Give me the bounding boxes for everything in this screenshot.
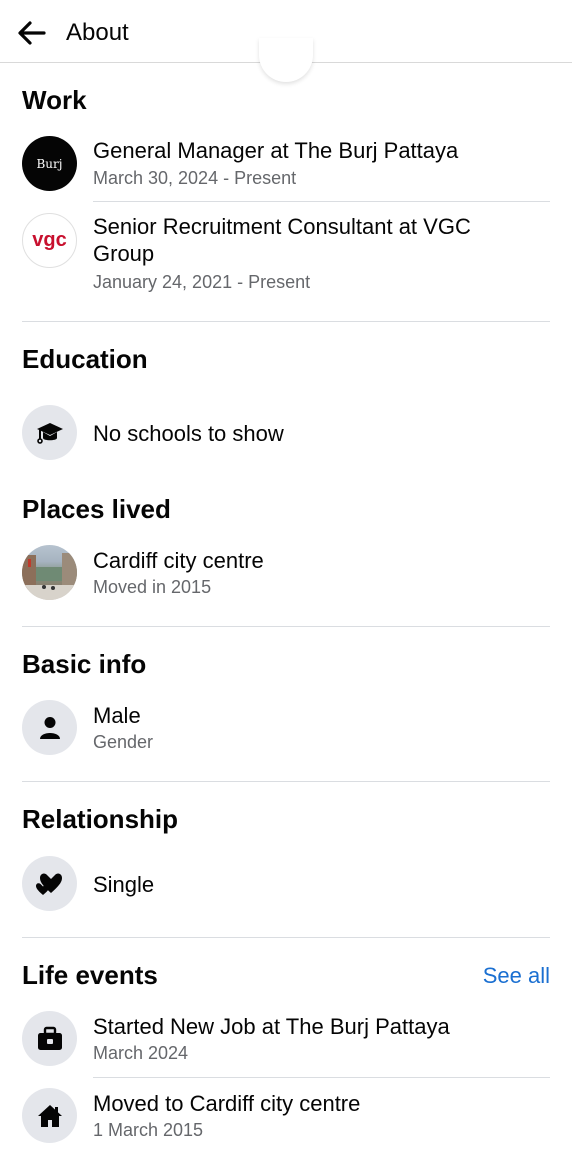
place-item[interactable]: Cardiff city centre Moved in 2015 [22, 545, 550, 603]
divider [22, 937, 550, 938]
divider [22, 626, 550, 627]
divider [22, 781, 550, 782]
work-title: Senior Recruitment Consultant at VGC Gro… [93, 214, 471, 266]
life-event-item[interactable]: Started New Job at The Burj Pattaya Marc… [22, 1011, 550, 1069]
places-heading: Places lived [22, 494, 171, 524]
page-title: About [66, 19, 129, 46]
education-heading: Education [22, 344, 148, 374]
relationship-heading: Relationship [22, 804, 179, 834]
place-subtitle: Moved in 2015 [93, 577, 212, 597]
burj-logo: Burj [22, 136, 77, 191]
work-dates: March 30, 2024 - Present [93, 168, 297, 188]
life-event-date: 1 March 2015 [93, 1120, 204, 1140]
no-schools-text: No schools to show [93, 421, 284, 446]
divider [22, 321, 550, 322]
life-event-title: Started New Job at The Burj Pattaya [93, 1014, 450, 1039]
relationship-status: Single [93, 872, 155, 897]
work-item[interactable]: vgc Senior Recruitment Consultant at VGC… [22, 212, 550, 302]
life-event-date: March 2024 [93, 1043, 189, 1063]
pull-to-refresh-handle [259, 38, 313, 82]
work-title: General Manager at The Burj Pattaya [93, 138, 459, 163]
life-event-title: Moved to Cardiff city centre [93, 1091, 361, 1116]
relationship-item: Single [22, 856, 550, 912]
gender-label: Gender [93, 732, 154, 752]
gender-value: Male [93, 703, 141, 728]
back-arrow-icon[interactable] [14, 15, 50, 51]
see-all-link[interactable]: See all [483, 963, 550, 989]
work-dates: January 24, 2021 - Present [93, 272, 311, 292]
basic-info-heading: Basic info [22, 649, 147, 679]
work-item[interactable]: Burj General Manager at The Burj Pattaya… [22, 135, 550, 195]
house-icon [22, 1088, 77, 1143]
place-photo [22, 545, 77, 600]
life-event-item[interactable]: Moved to Cardiff city centre 1 March 201… [22, 1088, 550, 1146]
work-heading: Work [22, 85, 87, 115]
education-item: No schools to show [22, 405, 550, 461]
graduation-cap-icon [22, 405, 77, 460]
vgc-logo: vgc [22, 213, 77, 268]
basic-info-item: Male Gender [22, 700, 550, 758]
briefcase-icon [22, 1011, 77, 1066]
hearts-icon [22, 856, 77, 911]
divider [93, 201, 550, 202]
life-events-heading: Life events [22, 960, 158, 990]
divider [93, 1077, 550, 1078]
place-title: Cardiff city centre [93, 548, 264, 573]
person-icon [22, 700, 77, 755]
